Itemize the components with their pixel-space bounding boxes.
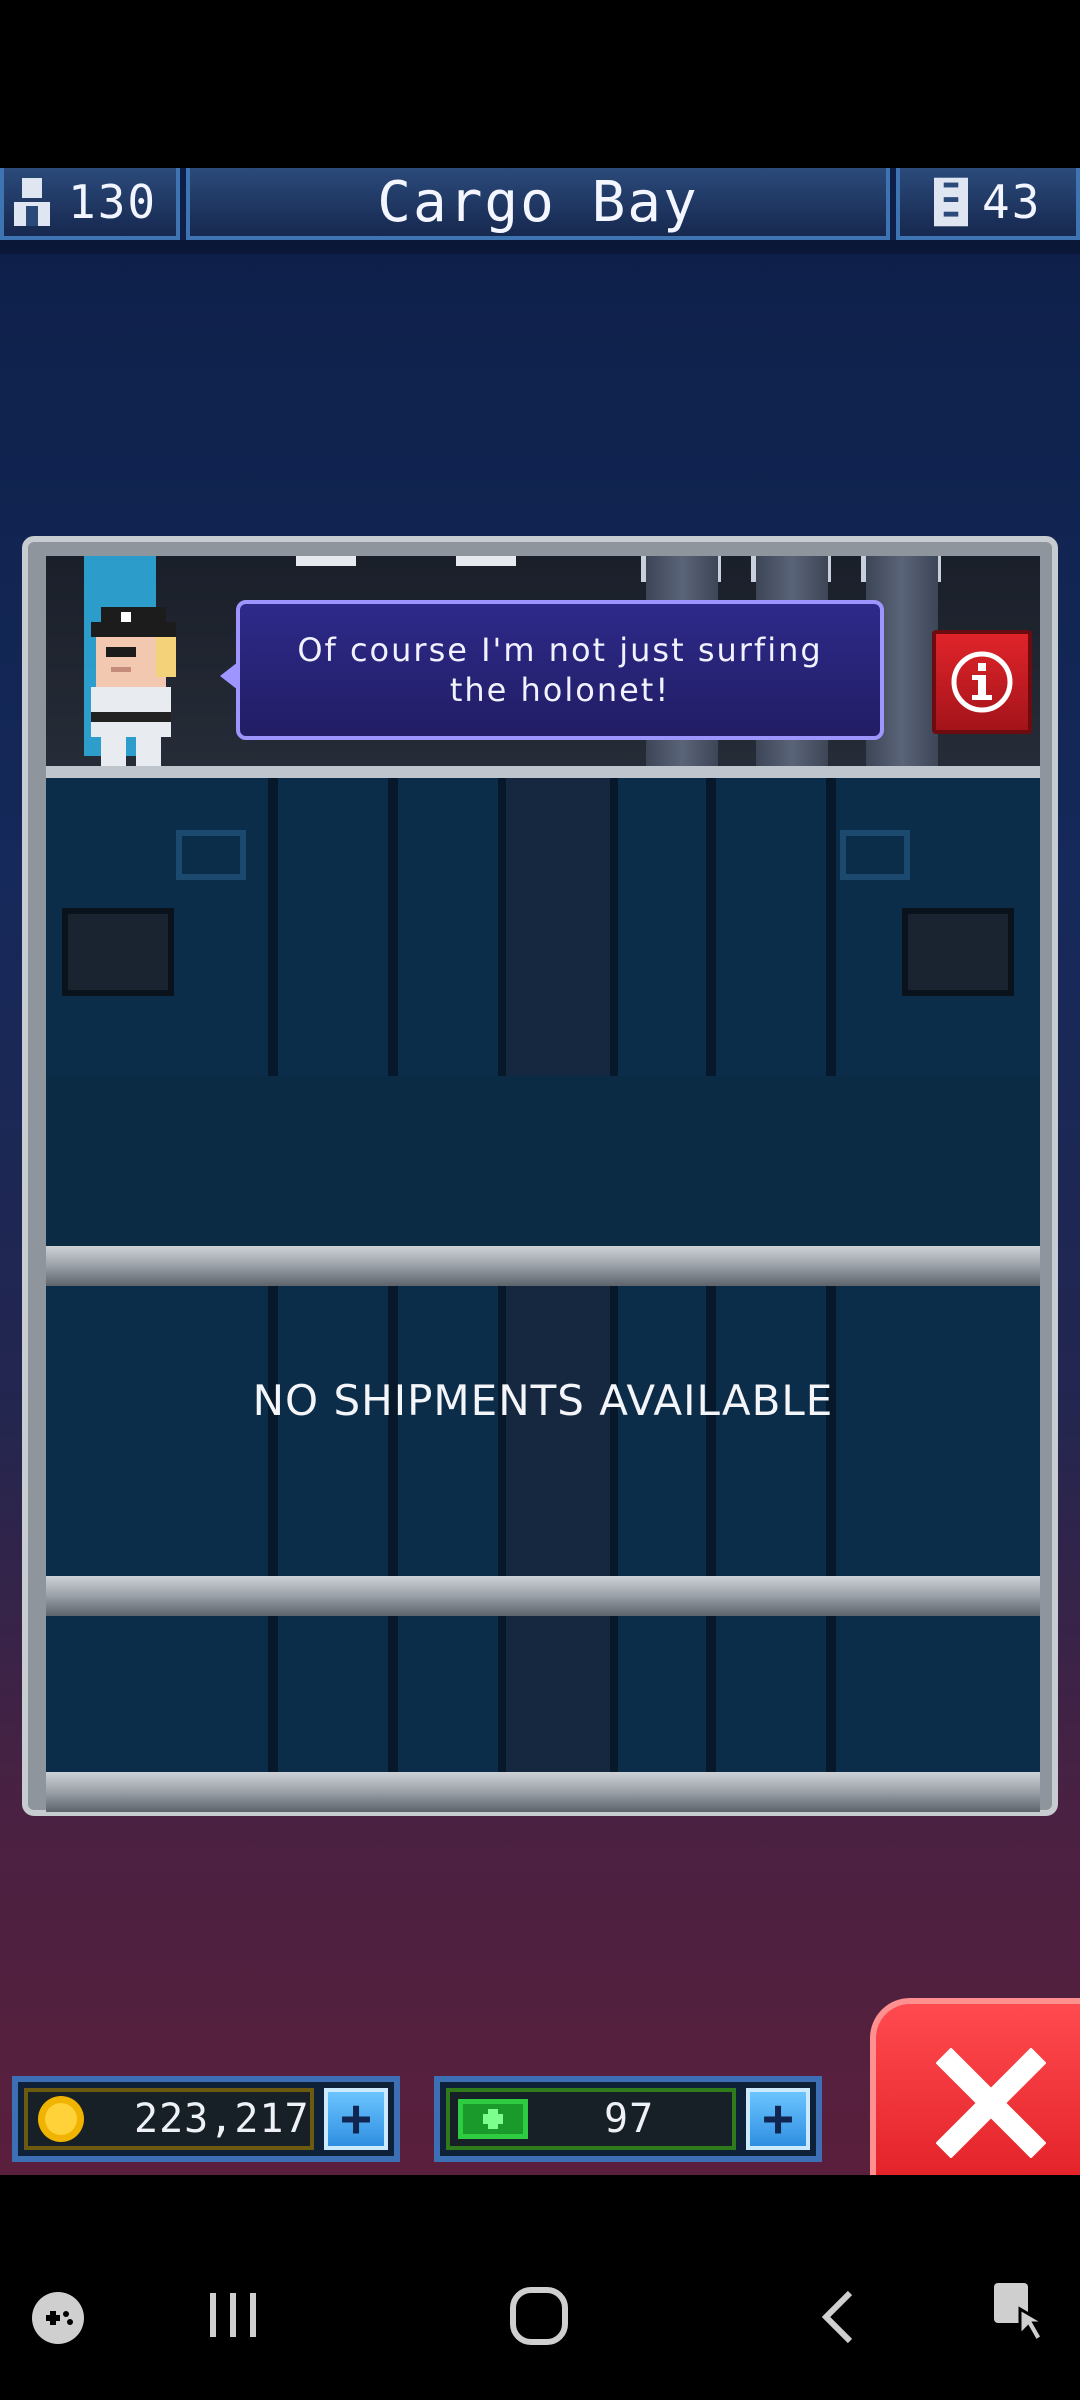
vent	[176, 830, 246, 880]
top-bar-shadow	[0, 240, 1080, 254]
floors-value: 43	[982, 175, 1042, 229]
home-icon[interactable]	[508, 2285, 570, 2347]
bux-icon	[458, 2099, 528, 2139]
game-screen: 130 Cargo Bay 43 Of course I'm not just …	[0, 168, 1080, 2175]
population-counter[interactable]: 130	[0, 168, 180, 240]
coins-field: 223,217	[24, 2088, 314, 2150]
bux-value: 97	[604, 2096, 655, 2142]
back-icon[interactable]	[816, 2287, 860, 2347]
plus-icon: +	[340, 2089, 372, 2149]
close-button[interactable]	[870, 1998, 1080, 2175]
cargo-shelf-1	[46, 778, 1040, 1076]
cargo-panel-inner: Of course I'm not just surfing the holon…	[46, 556, 1040, 1792]
game-launcher-icon[interactable]	[30, 2290, 86, 2346]
system-nav-bar	[0, 2175, 1080, 2400]
coins-display: 223,217 +	[12, 2076, 400, 2162]
empty-shipments-message: NO SHIPMENTS AVAILABLE	[252, 1376, 834, 1425]
shelf-divider	[46, 1246, 1040, 1286]
crate	[62, 908, 174, 996]
person-icon	[14, 178, 50, 226]
recents-icon[interactable]	[206, 2285, 260, 2345]
info-button[interactable]	[932, 630, 1032, 734]
page-title: Cargo Bay	[377, 169, 699, 235]
coin-icon	[38, 2096, 84, 2142]
floors-counter[interactable]: 43	[896, 168, 1080, 240]
cargo-shelf-3	[46, 1616, 1040, 1792]
ceiling-light	[296, 556, 356, 566]
title-bar: Cargo Bay	[186, 168, 890, 240]
vent	[840, 830, 910, 880]
bux-field: 97	[446, 2088, 736, 2150]
close-x-icon	[936, 2048, 1046, 2158]
add-coins-button[interactable]: +	[324, 2088, 388, 2150]
ceiling-light	[456, 556, 516, 566]
population-value: 130	[68, 175, 158, 229]
crew-character	[91, 607, 176, 777]
cargo-panel: Of course I'm not just surfing the holon…	[22, 536, 1058, 1816]
plus-icon: +	[762, 2089, 794, 2149]
cargo-shelf-2	[46, 1286, 1040, 1584]
panel-bottom-rail	[46, 1772, 1040, 1812]
info-icon	[951, 651, 1013, 713]
add-bux-button[interactable]: +	[746, 2088, 810, 2150]
top-bar: 130 Cargo Bay 43	[0, 168, 1080, 254]
shelf-divider	[46, 1576, 1040, 1616]
accessibility-icon[interactable]	[990, 2279, 1050, 2345]
speech-bubble: Of course I'm not just surfing the holon…	[236, 600, 884, 740]
bux-display: 97 +	[434, 2076, 822, 2162]
crate	[902, 908, 1014, 996]
cargo-banner: Of course I'm not just surfing the holon…	[46, 556, 1040, 778]
tower-icon	[934, 177, 968, 227]
coins-value: 223,217	[134, 2096, 310, 2142]
banner-floor	[46, 766, 1040, 778]
